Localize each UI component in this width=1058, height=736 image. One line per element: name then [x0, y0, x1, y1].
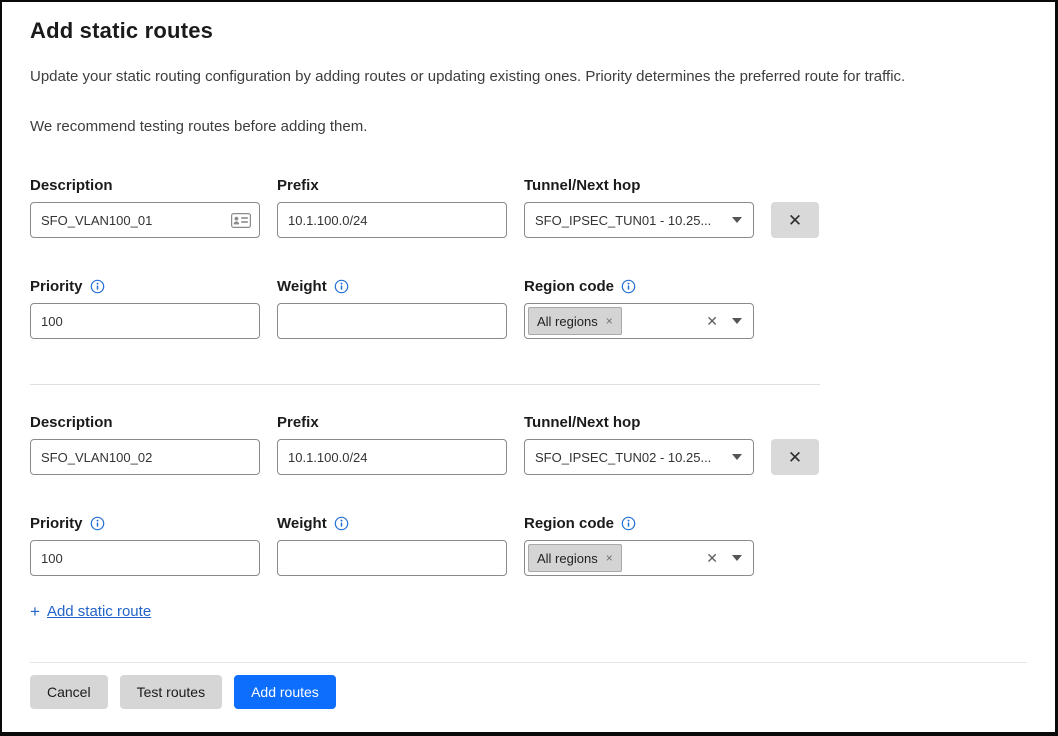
region-field-group: Region code All regions ×: [524, 278, 754, 339]
priority-field-group: Priority: [30, 278, 260, 339]
info-icon[interactable]: [90, 516, 105, 531]
region-tag-label: All regions: [537, 551, 598, 566]
add-routes-button[interactable]: Add routes: [234, 675, 336, 709]
region-field-group: Region code All regions ×: [524, 515, 754, 576]
close-icon: ✕: [788, 448, 802, 467]
dialog-note: We recommend testing routes before addin…: [30, 117, 1027, 137]
tunnel-field-group: Tunnel/Next hop SFO_IPSEC_TUN01 - 10.25.…: [524, 177, 754, 238]
chevron-down-icon: [732, 454, 742, 460]
route-entry-2-row-main: Description Prefix Tunnel/Next hop SFO_I…: [30, 414, 1027, 475]
prefix-label: Prefix: [277, 414, 507, 430]
region-code-select[interactable]: All regions × ✕: [524, 540, 754, 576]
priority-field: [30, 303, 260, 339]
route-entry-2-row-secondary: Priority Weight: [30, 515, 1027, 576]
region-code-label: Region code: [524, 515, 754, 531]
footer-divider: [30, 662, 1027, 663]
prefix-field: [277, 202, 507, 238]
info-icon[interactable]: [621, 516, 636, 531]
chevron-down-icon: [732, 217, 742, 223]
priority-input[interactable]: [41, 314, 251, 329]
region-code-label: Region code: [524, 278, 754, 294]
description-label: Description: [30, 414, 260, 430]
dialog-description: Update your static routing configuration…: [30, 67, 1027, 87]
plus-icon: +: [30, 602, 40, 622]
prefix-field-group: Prefix: [277, 414, 507, 475]
info-icon[interactable]: [90, 279, 105, 294]
close-icon: ✕: [788, 211, 802, 230]
add-static-route-label: Add static route: [47, 602, 151, 622]
region-tag: All regions ×: [528, 544, 622, 572]
add-static-route-link[interactable]: + Add static route: [30, 602, 151, 622]
tunnel-selected-value: SFO_IPSEC_TUN02 - 10.25...: [535, 450, 724, 465]
tunnel-selected-value: SFO_IPSEC_TUN01 - 10.25...: [535, 213, 724, 228]
tunnel-field-group: Tunnel/Next hop SFO_IPSEC_TUN02 - 10.25.…: [524, 414, 754, 475]
tunnel-select[interactable]: SFO_IPSEC_TUN01 - 10.25...: [524, 202, 754, 238]
weight-field-group: Weight: [277, 278, 507, 339]
tag-remove-icon[interactable]: ×: [606, 552, 613, 564]
weight-field-group: Weight: [277, 515, 507, 576]
description-input[interactable]: [41, 450, 251, 465]
prefix-label: Prefix: [277, 177, 507, 193]
priority-field: [30, 540, 260, 576]
prefix-field: [277, 439, 507, 475]
tag-remove-icon[interactable]: ×: [606, 315, 613, 327]
remove-route-cell: ✕: [771, 202, 819, 238]
chevron-down-icon: [732, 318, 742, 324]
weight-label: Weight: [277, 515, 507, 531]
priority-label: Priority: [30, 515, 260, 531]
weight-field: [277, 303, 507, 339]
tunnel-label: Tunnel/Next hop: [524, 414, 754, 430]
region-tag: All regions ×: [528, 307, 622, 335]
prefix-input[interactable]: [288, 450, 498, 465]
route-entry-1-row-main: Description Prefix: [30, 177, 1027, 238]
info-icon[interactable]: [334, 279, 349, 294]
description-label: Description: [30, 177, 260, 193]
section-divider: [30, 384, 820, 385]
weight-label: Weight: [277, 278, 507, 294]
description-field-group: Description: [30, 177, 260, 238]
remove-route-cell: ✕: [771, 439, 819, 475]
remove-route-button[interactable]: ✕: [771, 439, 819, 475]
prefix-field-group: Prefix: [277, 177, 507, 238]
test-routes-button[interactable]: Test routes: [120, 675, 222, 709]
region-tag-label: All regions: [537, 314, 598, 329]
remove-route-button[interactable]: ✕: [771, 202, 819, 238]
info-icon[interactable]: [621, 279, 636, 294]
page-title: Add static routes: [30, 16, 1027, 46]
tunnel-label: Tunnel/Next hop: [524, 177, 754, 193]
chevron-down-icon: [732, 555, 742, 561]
add-static-routes-dialog: Add static routes Update your static rou…: [0, 0, 1058, 736]
route-entry-1-row-secondary: Priority Weight: [30, 278, 1027, 339]
clear-selection-icon[interactable]: ✕: [706, 314, 718, 328]
description-input[interactable]: [41, 213, 225, 228]
priority-field-group: Priority: [30, 515, 260, 576]
weight-input[interactable]: [288, 314, 498, 329]
priority-input[interactable]: [41, 551, 251, 566]
priority-label: Priority: [30, 278, 260, 294]
tunnel-select[interactable]: SFO_IPSEC_TUN02 - 10.25...: [524, 439, 754, 475]
clear-selection-icon[interactable]: ✕: [706, 551, 718, 565]
footer-actions: Cancel Test routes Add routes: [30, 675, 1027, 709]
weight-input[interactable]: [288, 551, 498, 566]
description-field-group: Description: [30, 414, 260, 475]
description-field: [30, 202, 260, 238]
description-field: [30, 439, 260, 475]
weight-field: [277, 540, 507, 576]
info-icon[interactable]: [334, 516, 349, 531]
cancel-button[interactable]: Cancel: [30, 675, 108, 709]
region-code-select[interactable]: All regions × ✕: [524, 303, 754, 339]
contact-card-icon[interactable]: [231, 213, 251, 228]
prefix-input[interactable]: [288, 213, 498, 228]
